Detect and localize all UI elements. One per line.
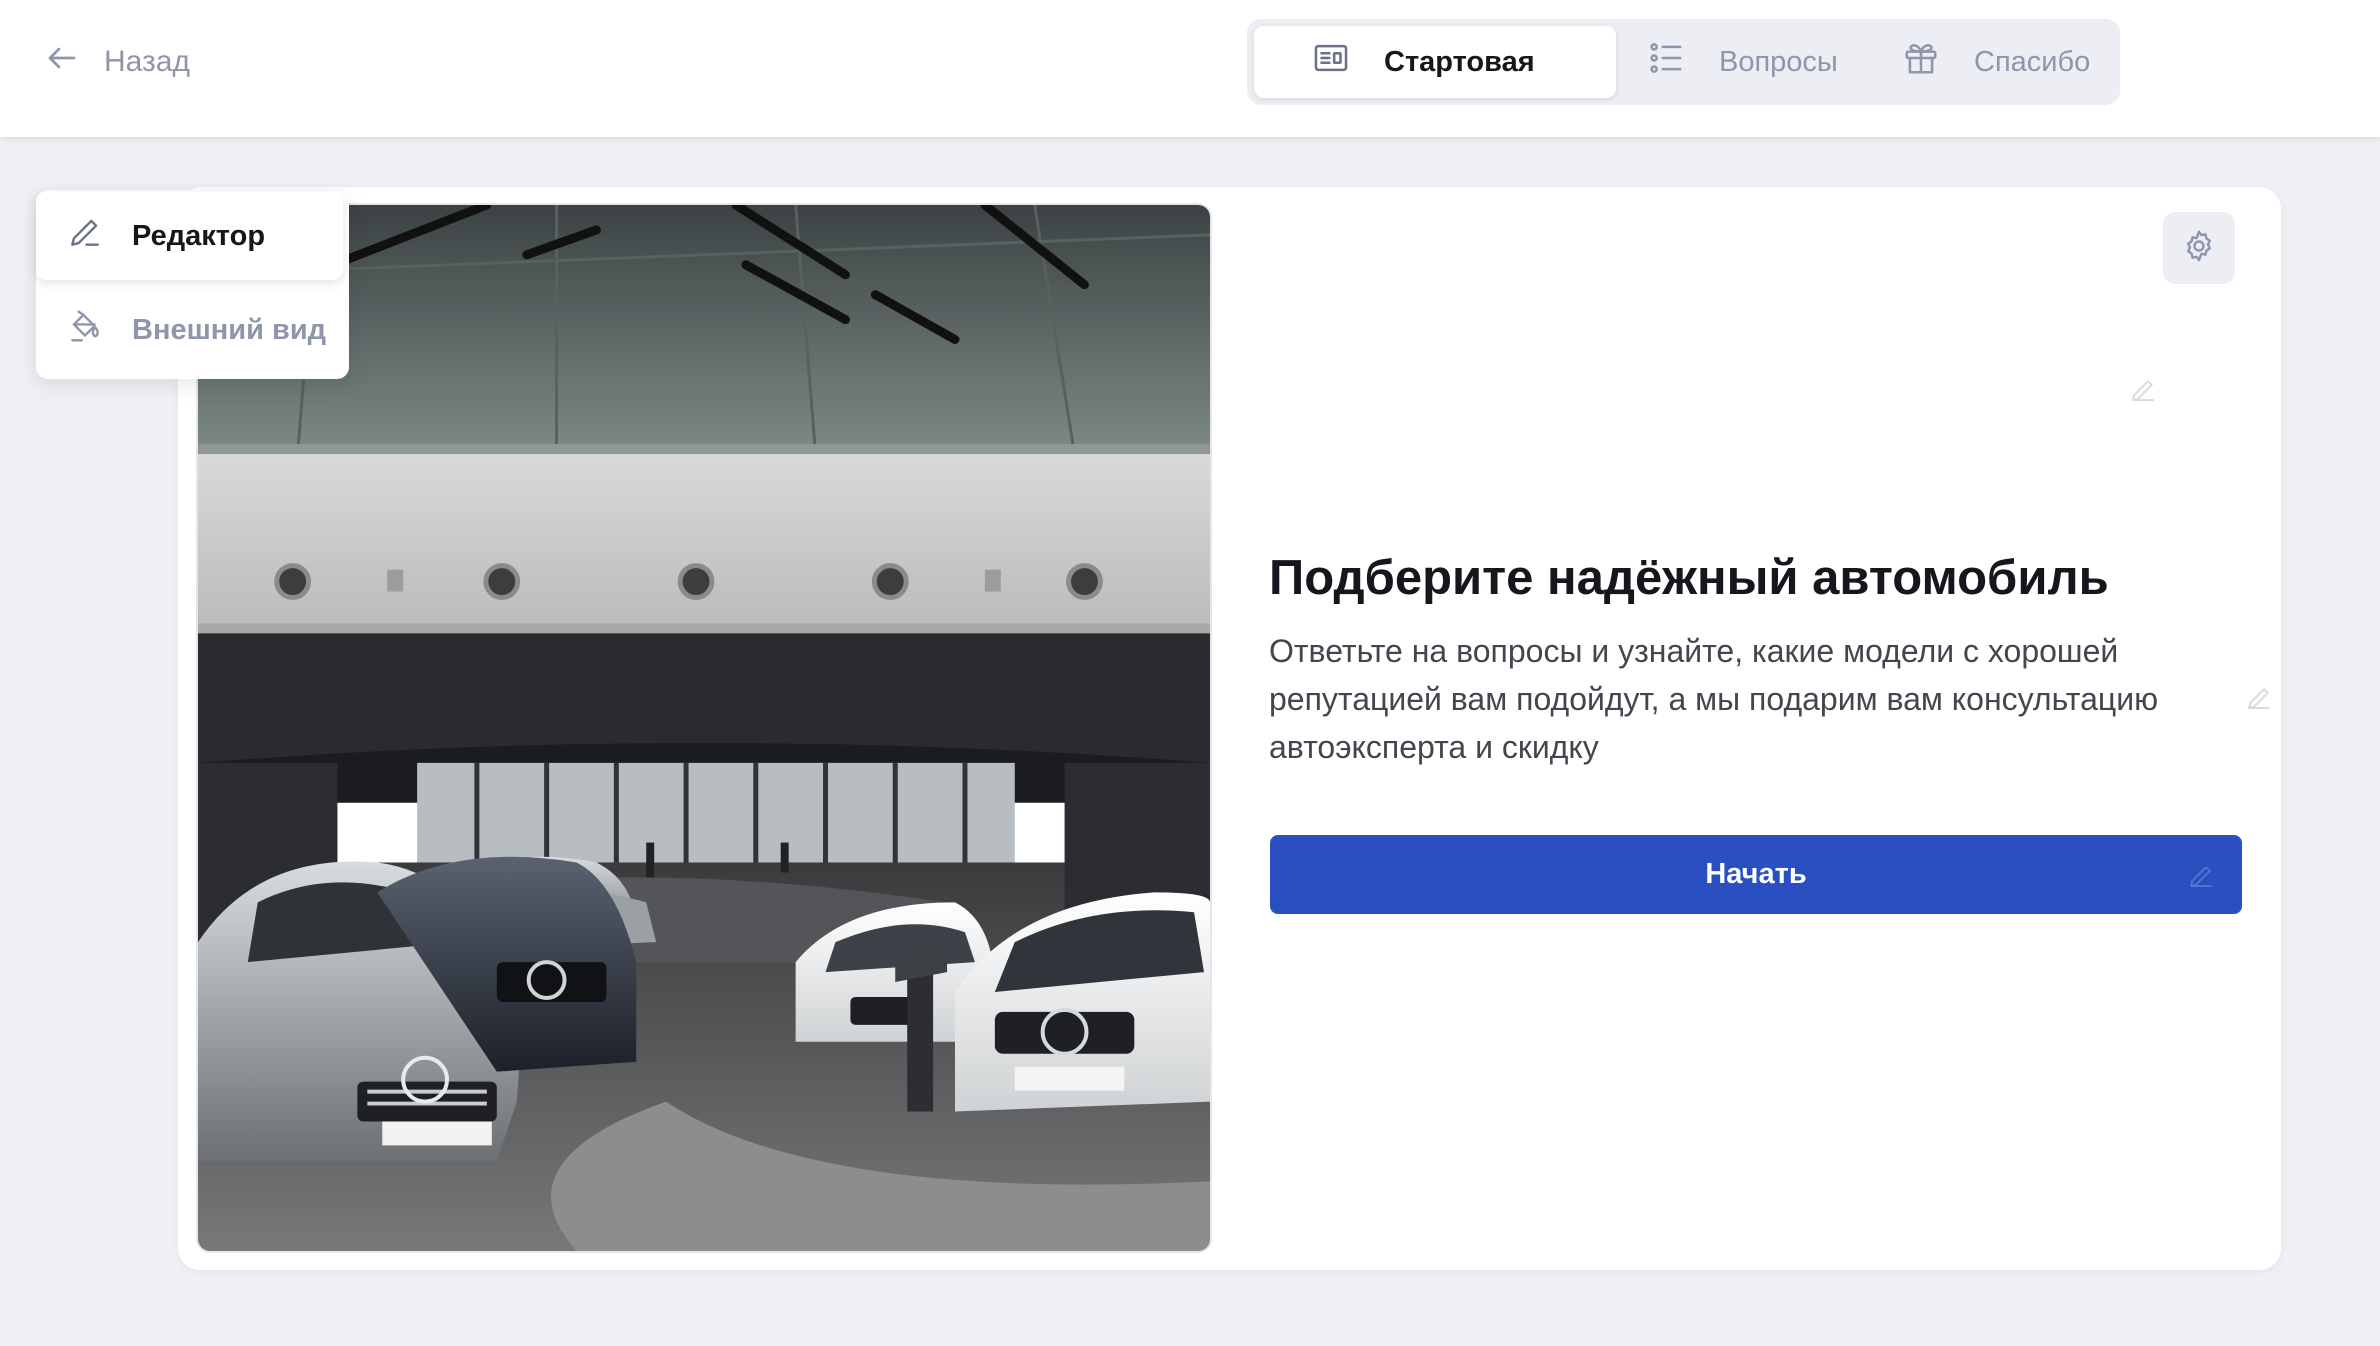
back-button[interactable]: Назад	[44, 40, 190, 84]
paint-bucket-icon	[66, 307, 104, 353]
tab-questions[interactable]: Вопросы	[1647, 26, 1857, 98]
pencil-icon	[66, 213, 104, 259]
settings-button[interactable]	[2163, 212, 2235, 284]
tab-start-label: Стартовая	[1384, 45, 1535, 78]
start-subtitle[interactable]: Ответьте на вопросы и узнайте, какие мод…	[1269, 627, 2199, 771]
edit-subtitle-icon[interactable]	[2244, 683, 2274, 713]
gear-icon	[2181, 228, 2217, 269]
menu-item-appearance-label: Внешний вид	[132, 313, 327, 346]
menu-item-editor-label: Редактор	[132, 219, 266, 252]
editor-side-menu: Редактор Внешний вид	[36, 190, 349, 379]
start-title[interactable]: Подберите надёжный автомобиль	[1269, 548, 2269, 608]
top-bar: Назад Стартовая Вопросы Спасибо	[0, 0, 2380, 137]
tab-questions-label: Вопросы	[1719, 45, 1838, 78]
tab-thanks[interactable]: Спасибо	[1902, 26, 2112, 98]
start-screen-card: Подберите надёжный автомобиль Ответьте н…	[178, 187, 2281, 1270]
gift-icon	[1902, 39, 1940, 85]
edit-title-icon[interactable]	[2128, 375, 2158, 405]
back-label: Назад	[104, 45, 190, 78]
menu-item-editor[interactable]: Редактор	[36, 192, 343, 280]
tab-thanks-label: Спасибо	[1974, 45, 2091, 78]
edit-button-icon[interactable]	[2186, 861, 2216, 891]
step-tabs: Стартовая Вопросы Спасибо	[1247, 19, 2120, 105]
start-button[interactable]: Начать	[1270, 835, 2242, 914]
menu-item-appearance[interactable]: Внешний вид	[36, 286, 343, 374]
tab-start[interactable]: Стартовая	[1254, 26, 1616, 98]
layout-icon	[1312, 39, 1350, 85]
arrow-left-icon	[44, 40, 80, 84]
list-icon	[1647, 39, 1685, 85]
